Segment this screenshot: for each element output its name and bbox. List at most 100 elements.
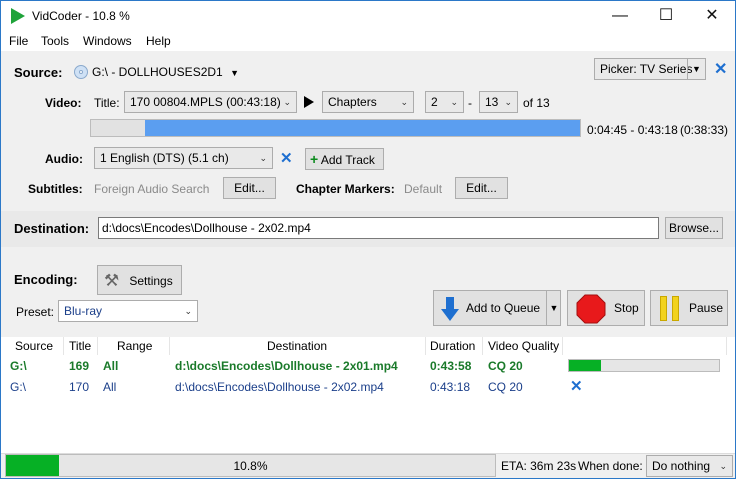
video-label: Video: [45,96,82,110]
chevron-down-icon: ⌄ [259,153,267,163]
chevron-down-icon: ▼ [230,68,239,78]
row1-source: G:\ [10,359,27,373]
disc-icon [74,65,88,79]
timeline-duration: (0:38:33) [680,123,729,137]
pause-label: Pause [689,301,724,315]
add-to-queue-label: Add to Queue [466,301,541,315]
queue-list[interactable]: Source Title Range Destination Duration … [1,337,735,453]
row2-quality: CQ 20 [488,380,523,394]
chevron-down-icon[interactable]: ▼ [546,291,561,325]
menu-file[interactable]: File [9,34,28,48]
column-header-video-quality[interactable]: Video Quality [488,339,559,353]
row1-destination: d:\docs\Encodes\Dollhouse - 2x01.mp4 [175,359,398,373]
close-source-icon[interactable]: ✕ [714,59,727,79]
column-divider [63,337,64,355]
row1-progress-fill [569,360,601,371]
row2-destination: d:\docs\Encodes\Dollhouse - 2x02.mp4 [175,380,384,394]
preset-value: Blu-ray [64,304,103,318]
menu-windows[interactable]: Windows [83,34,132,48]
range-dash: - [468,96,472,110]
source-label: Source: [14,65,63,80]
range-type-dropdown[interactable]: Chapters ⌄ [322,91,414,113]
preset-label: Preset: [16,305,55,319]
chevron-down-icon: ⌄ [504,97,512,107]
chevron-down-icon: ⌄ [283,97,291,107]
stop-button[interactable]: Stop [567,290,645,326]
add-track-button[interactable]: + Add Track [305,148,384,170]
column-header-title[interactable]: Title [69,339,91,353]
column-divider [169,337,170,355]
destination-path-input[interactable]: d:\docs\Encodes\Dollhouse - 2x02.mp4 [98,217,659,239]
encoding-label: Encoding: [14,272,78,287]
picker-dropdown[interactable]: Picker: TV Series ▼ [594,58,706,80]
title-value: 170 00804.MPLS (00:43:18) [130,95,281,109]
menu-bar: File Tools Windows Help [1,31,735,51]
column-divider [562,337,563,355]
window-title: VidCoder - 10.8 % [32,9,130,23]
subtitles-edit-button[interactable]: Edit... [223,177,276,199]
stop-label: Stop [614,301,639,315]
add-track-label: Add Track [320,153,375,167]
vidcoder-logo-icon [11,8,25,24]
overall-progress-text: 10.8% [233,459,268,473]
when-done-value: Do nothing [652,459,711,473]
destination-label: Destination: [14,221,90,236]
browse-button[interactable]: Browse... [665,217,723,239]
subtitles-label: Subtitles: [28,182,83,196]
settings-button[interactable]: ⚒ Settings [97,265,182,295]
remove-audio-icon[interactable]: ✕ [280,149,293,167]
source-drive-selector[interactable]: G:\ - DOLLHOUSES2D1 ▼ [92,65,239,79]
chevron-down-icon: ⌄ [400,97,408,107]
column-divider [482,337,483,355]
column-divider [97,337,98,355]
overall-progress-bar: 10.8% [5,454,496,477]
title-dropdown[interactable]: 170 00804.MPLS (00:43:18) ⌄ [124,91,297,113]
timeline-time: 0:04:45 - 0:43:18 [587,123,678,137]
menu-tools[interactable]: Tools [41,34,69,48]
plus-icon: + [310,151,319,167]
arrow-down-icon [441,297,459,321]
minimize-button[interactable]: — [597,1,643,31]
remove-from-queue-icon[interactable]: ✕ [570,377,583,395]
chevron-down-icon: ⌄ [450,97,458,107]
close-button[interactable]: ✕ [689,1,735,31]
title-bar: VidCoder - 10.8 % — ☐ ✕ [1,1,735,31]
range-start-dropdown[interactable]: 2 ⌄ [425,91,464,113]
row2-range: All [103,380,117,394]
when-done-label: When done: [578,459,643,473]
row1-range: All [103,359,119,373]
audio-label: Audio: [45,152,83,166]
stop-sign-icon [576,294,606,324]
column-divider [425,337,426,355]
range-end-dropdown[interactable]: 13 ⌄ [479,91,518,113]
menu-help[interactable]: Help [146,34,171,48]
range-type-value: Chapters [328,95,377,109]
chapter-markers-edit-button[interactable]: Edit... [455,177,508,199]
maximize-button[interactable]: ☐ [643,1,689,31]
preset-dropdown[interactable]: Blu-ray ⌄ [58,300,198,322]
range-timeline[interactable] [90,119,581,137]
picker-value: Picker: TV Series [600,62,693,76]
audio-value: 1 English (DTS) (5.1 ch) [100,151,229,165]
column-header-destination[interactable]: Destination [267,339,327,353]
chevron-down-icon: ⌄ [184,306,192,316]
pause-button[interactable]: Pause [650,290,728,326]
row1-title: 169 [69,359,90,373]
settings-label: Settings [129,273,173,288]
column-header-duration[interactable]: Duration [430,339,475,353]
status-bar: 10.8% ETA: 36m 23s When done: Do nothing… [1,453,735,478]
row2-title: 170 [69,380,90,394]
source-drive: G:\ - DOLLHOUSES2D1 [92,65,223,79]
chapter-markers-value: Default [404,182,443,196]
audio-dropdown[interactable]: 1 English (DTS) (5.1 ch) ⌄ [94,147,273,169]
chevron-down-icon: ⌄ [719,461,727,471]
timeline-selection[interactable] [145,120,580,136]
add-to-queue-button[interactable]: Add to Queue ▼ [433,290,561,326]
eta-text: ETA: 36m 23s [501,459,577,473]
column-header-range[interactable]: Range [117,339,152,353]
column-divider [726,337,727,355]
column-header-source[interactable]: Source [15,339,53,353]
when-done-dropdown[interactable]: Do nothing ⌄ [646,455,733,477]
chevron-down-icon: ▼ [687,59,705,79]
play-icon[interactable] [304,96,314,108]
